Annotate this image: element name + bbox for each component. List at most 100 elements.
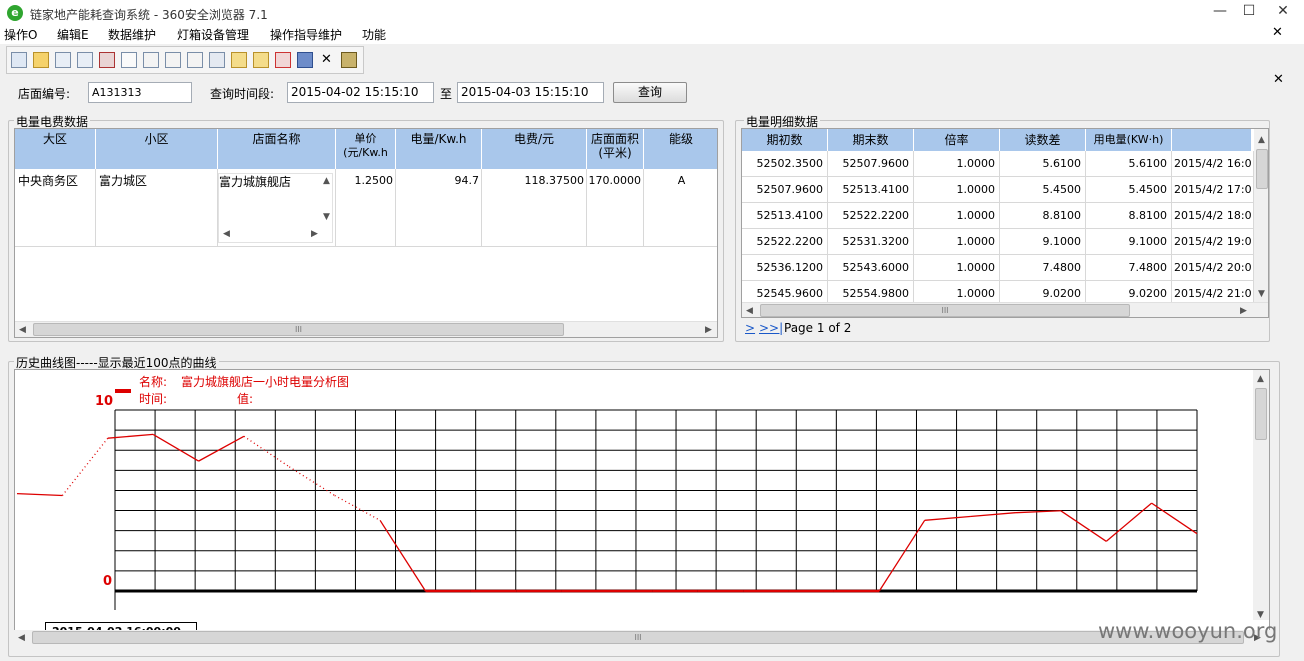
scroll-left-arrow[interactable]: ◀ — [18, 633, 25, 643]
close-icon[interactable]: ✕ — [321, 52, 332, 67]
list-icon[interactable] — [165, 52, 181, 68]
last-page-link[interactable]: >>| — [759, 321, 783, 335]
next-page-link[interactable]: > — [745, 321, 755, 335]
watermark: www.wooyun.org — [1098, 619, 1278, 643]
scroll-down-arrow[interactable]: ▼ — [323, 212, 330, 222]
fee-horizontal-scrollbar[interactable]: ◀ III ▶ — [15, 321, 717, 337]
header-subdistrict[interactable]: 小区 — [96, 129, 218, 169]
series-segment — [152, 433, 199, 462]
scroll-left-arrow[interactable]: ◀ — [19, 325, 26, 335]
end-reading-cell: 52522.2200 — [828, 203, 914, 229]
copy-icon[interactable] — [187, 52, 203, 68]
chart-vertical-scrollbar[interactable]: ▲ ▼ — [1253, 370, 1269, 620]
scroll-thumb[interactable]: III — [32, 631, 1244, 644]
scroll-thumb[interactable]: III — [760, 304, 1130, 317]
browser-logo-icon: e — [7, 5, 23, 21]
table-row[interactable]: 52536.1200 52543.6000 1.0000 7.4800 7.48… — [742, 255, 1254, 281]
remove-icon[interactable] — [275, 52, 291, 68]
scroll-down-arrow[interactable]: ▼ — [1258, 289, 1265, 299]
scroll-right-arrow[interactable]: ▶ — [705, 325, 712, 335]
query-button[interactable]: 查询 — [613, 82, 687, 103]
scroll-up-arrow[interactable]: ▲ — [323, 176, 330, 186]
table-row[interactable]: 52502.3500 52507.9600 1.0000 5.6100 5.61… — [742, 151, 1254, 177]
print-icon[interactable] — [209, 52, 225, 68]
flag-icon[interactable] — [99, 52, 115, 68]
menu-edit[interactable]: 编辑E — [57, 26, 89, 43]
page-icon[interactable] — [121, 52, 137, 68]
header-start-reading[interactable]: 期初数 — [742, 129, 828, 151]
close-panel-icon[interactable]: ✕ — [1273, 72, 1284, 87]
table-row[interactable]: 中央商务区 富力城区 富力城旗舰店 ▲ ▼ ◀ ▶ 1.2500 94.7 11… — [15, 169, 717, 247]
forward-icon[interactable] — [231, 52, 247, 68]
store-name-cell: 富力城旗舰店 — [219, 175, 292, 189]
detail-horizontal-scrollbar[interactable]: ◀ III ▶ — [742, 302, 1268, 317]
fee-data-grid: 大区 小区 店面名称 单价 (元/Kw.h 电量/Kw.h 电费/元 店面面积 … — [14, 128, 718, 338]
page-indicator: Page 1 of 2 — [784, 321, 852, 335]
detail-vertical-scrollbar[interactable]: ▲ ▼ — [1254, 129, 1268, 302]
table-row[interactable]: 52522.2200 52531.3200 1.0000 9.1000 9.10… — [742, 229, 1254, 255]
exit-icon[interactable] — [341, 52, 357, 68]
scroll-right-arrow[interactable]: ▶ — [1240, 306, 1247, 316]
series-segment — [924, 515, 971, 521]
multiplier-cell: 1.0000 — [914, 229, 1000, 255]
menu-operate[interactable]: 操作O — [4, 26, 37, 43]
header-multiplier[interactable]: 倍率 — [914, 129, 1000, 151]
table-row[interactable]: 52507.9600 52513.4100 1.0000 5.4500 5.45… — [742, 177, 1254, 203]
scroll-up-arrow[interactable]: ▲ — [1258, 135, 1265, 145]
maximize-button[interactable]: ☐ — [1232, 0, 1266, 22]
series-segment — [198, 435, 245, 462]
header-energy-level[interactable]: 能级 — [644, 129, 717, 169]
header-time[interactable] — [1172, 129, 1252, 151]
save-down-icon[interactable] — [77, 52, 93, 68]
close-window-button[interactable]: ✕ — [1266, 0, 1300, 22]
header-district[interactable]: 大区 — [15, 129, 96, 169]
store-number-input[interactable]: A131313 — [88, 82, 192, 103]
reading-diff-cell: 8.8100 — [1000, 203, 1086, 229]
scroll-left-arrow[interactable]: ◀ — [223, 229, 230, 239]
consumption-cell: 8.8100 — [1086, 203, 1172, 229]
unit-price-cell: 1.2500 — [354, 174, 394, 187]
scroll-up-arrow[interactable]: ▲ — [1257, 374, 1264, 384]
series-segment — [1060, 510, 1107, 542]
to-label: 至 — [440, 87, 453, 101]
edit-icon[interactable] — [55, 52, 71, 68]
series-segment — [243, 435, 290, 468]
header-fee[interactable]: 电费/元 — [482, 129, 587, 169]
scroll-right-arrow[interactable]: ▶ — [311, 229, 318, 239]
store-name-scrollbox[interactable]: 富力城旗舰店 ▲ ▼ ◀ ▶ — [218, 173, 333, 243]
scroll-left-arrow[interactable]: ◀ — [746, 306, 753, 316]
reading-diff-cell: 7.4800 — [1000, 255, 1086, 281]
header-unit-price[interactable]: 单价 (元/Kw.h — [336, 129, 396, 169]
menu-lightbox-device[interactable]: 灯箱设备管理 — [177, 26, 249, 43]
delete-page-icon[interactable] — [143, 52, 159, 68]
series-segment — [970, 512, 1016, 518]
key-icon[interactable] — [253, 52, 269, 68]
menu-data-maintenance[interactable]: 数据维护 — [108, 26, 156, 43]
time-cell: 2015/4/2 20:0 — [1172, 255, 1254, 281]
series-segment — [1105, 502, 1153, 542]
floppy-icon[interactable] — [297, 52, 313, 68]
menu-guide-maintenance[interactable]: 操作指导维护 — [270, 26, 342, 43]
menu-function[interactable]: 功能 — [362, 26, 386, 43]
end-reading-cell: 52507.9600 — [828, 151, 914, 177]
close-document-icon[interactable]: ✕ — [1272, 25, 1283, 40]
chart-horizontal-scrollbar[interactable]: ◀ III ▶ — [14, 630, 1270, 647]
scroll-thumb[interactable] — [1256, 149, 1268, 189]
header-store-name[interactable]: 店面名称 — [218, 129, 336, 169]
header-electricity[interactable]: 电量/Kw.h — [396, 129, 482, 169]
grid-icon[interactable] — [11, 52, 27, 68]
header-reading-diff[interactable]: 读数差 — [1000, 129, 1086, 151]
title-bar: e 链家地产能耗查询系统 - 360安全浏览器 7.1 — ☐ ✕ — [0, 0, 1304, 26]
header-consumption[interactable]: 用电量(KW·h) — [1086, 129, 1172, 151]
start-reading-cell: 52507.9600 — [742, 177, 828, 203]
reading-diff-cell: 5.6100 — [1000, 151, 1086, 177]
scroll-thumb[interactable]: III — [33, 323, 564, 336]
header-end-reading[interactable]: 期末数 — [828, 129, 914, 151]
header-area[interactable]: 店面面积 (平米) — [587, 129, 644, 169]
window-title: 链家地产能耗查询系统 - 360安全浏览器 7.1 — [30, 8, 268, 22]
scroll-thumb[interactable] — [1255, 388, 1267, 440]
to-time-input[interactable]: 2015-04-03 15:15:10 — [457, 82, 604, 103]
pencil-icon[interactable] — [33, 52, 49, 68]
table-row[interactable]: 52513.4100 52522.2200 1.0000 8.8100 8.81… — [742, 203, 1254, 229]
from-time-input[interactable]: 2015-04-02 15:15:10 — [287, 82, 434, 103]
